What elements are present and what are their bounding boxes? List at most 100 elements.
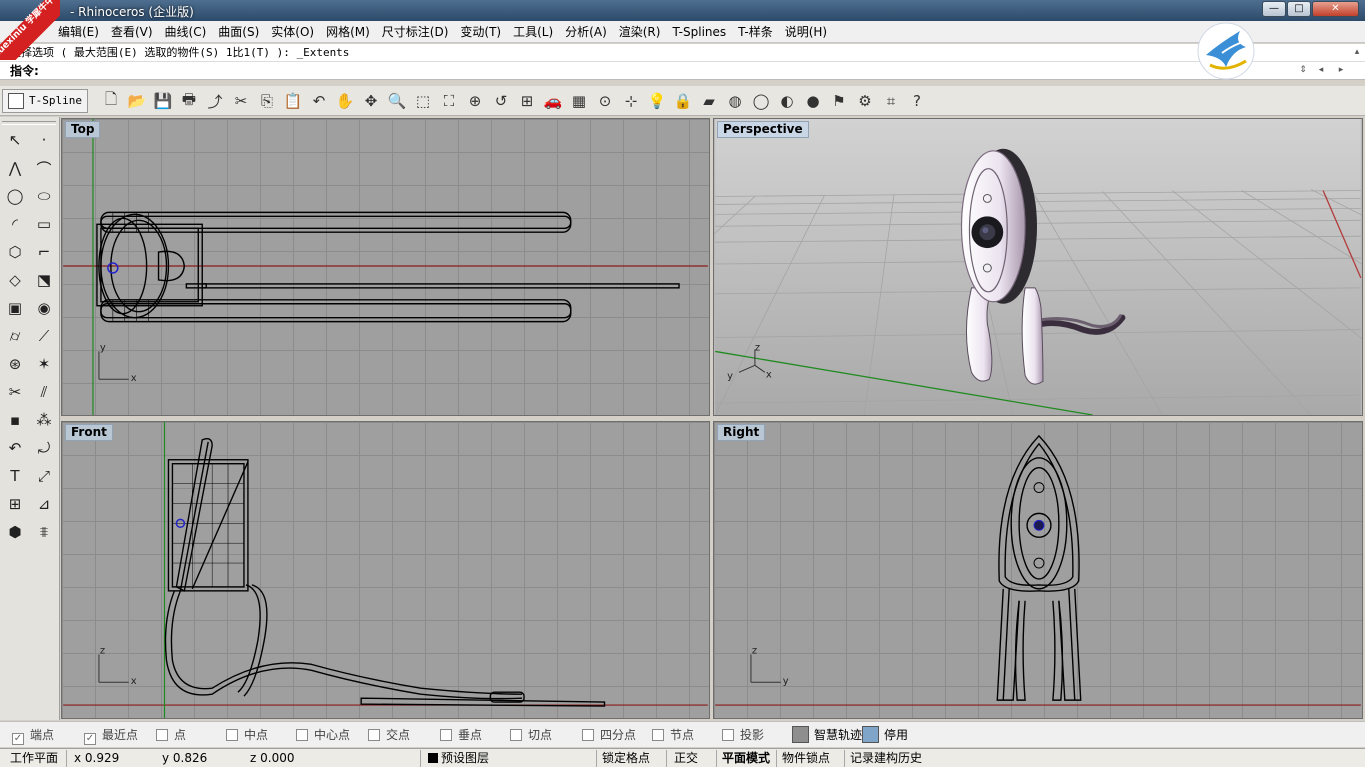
menu-item[interactable]: 说明(H) [779,21,833,43]
viewport-label-perspective[interactable]: Perspective [717,121,809,138]
extrude-curve-icon[interactable]: ⬔ [31,267,57,293]
osnap-checkbox[interactable] [226,729,238,741]
four-viewports-icon[interactable]: ⊞ [514,89,540,113]
cplane-icon[interactable]: ⊙ [592,89,618,113]
light-icon[interactable]: 💡 [644,89,670,113]
menu-item[interactable]: T-Splines [666,21,732,43]
undo-view-icon[interactable]: ↺ [488,89,514,113]
spin-updown-icon[interactable]: ⇕ [1296,63,1310,77]
scale-icon[interactable]: ⤢ [31,463,57,489]
shaded-sphere-icon[interactable]: ◐ [774,89,800,113]
zoom-selected-icon[interactable]: ⊕ [462,89,488,113]
menu-item[interactable]: 尺寸标注(D) [376,21,455,43]
maximize-button[interactable]: □ [1287,1,1311,17]
dimension-icon[interactable]: ⊿ [31,491,57,517]
viewport-right[interactable]: Right z y [713,421,1363,719]
group-icon[interactable]: ▪ [2,407,28,433]
status-layer[interactable]: 预设图层 [424,749,594,767]
palette-grip[interactable] [2,121,56,125]
wireframe-sphere-icon[interactable]: ◯ [748,89,774,113]
osnap-checkbox[interactable] [368,729,380,741]
menu-item[interactable]: 变动(T) [454,21,507,43]
smart-track-toggle[interactable]: 智慧轨迹 [792,725,862,745]
viewport-label-top[interactable]: Top [65,121,101,138]
tspline-toolbar-tab[interactable]: T-Spline [2,89,88,113]
select-arrow-icon[interactable]: ↖ [2,127,28,153]
disable-osnap-toggle[interactable]: 停用 [862,725,908,745]
menu-item[interactable]: 网格(M) [320,21,376,43]
boolean-icon[interactable]: ⊛ [2,351,28,377]
osnap-option[interactable]: 四分点 [582,727,636,743]
hatch-icon[interactable]: ⩨ [31,519,57,545]
sphere-icon[interactable]: ◉ [31,295,57,321]
settings-gear-icon[interactable]: ⚙ [852,89,878,113]
menu-item[interactable]: T-样条 [732,21,779,43]
grid-snap-icon[interactable]: ⌗ [878,89,904,113]
viewport-label-front[interactable]: Front [65,424,113,441]
rectangle-icon[interactable]: ▭ [31,211,57,237]
ellipse-icon[interactable]: ⬭ [31,183,57,209]
osnap-option[interactable]: 节点 [652,727,694,743]
osnap-checkbox[interactable] [156,729,168,741]
print-icon[interactable]: 🖶 [176,89,202,113]
osnap-option[interactable]: 中点 [226,727,268,743]
command-input[interactable] [46,63,1286,78]
cut-icon[interactable]: ✂ [228,89,254,113]
status-record-history[interactable]: 记录建构历史 [846,749,936,767]
status-osnap[interactable]: 物件锁点 [778,749,842,767]
arc-icon[interactable]: ◜ [2,211,28,237]
status-grid-snap[interactable]: 锁定格点 [598,749,662,767]
status-ortho[interactable]: 正交 [670,749,714,767]
osnap-option[interactable]: 中心点 [296,727,350,743]
split-icon[interactable]: ⫽ [31,379,57,405]
scroll-up-icon[interactable]: ▴ [1350,45,1364,59]
menu-item[interactable]: 实体(O) [265,21,320,43]
layer-icon[interactable]: ▰ [696,89,722,113]
viewport-front[interactable]: Front z x [61,421,710,719]
osnap-checkbox[interactable] [582,729,594,741]
point-icon[interactable]: · [31,127,57,153]
osnap-checkbox[interactable] [12,733,24,745]
undo-icon[interactable]: ↶ [306,89,332,113]
loft-icon[interactable]: ⟋ [31,323,57,349]
lock-icon[interactable]: 🔒 [670,89,696,113]
menu-item[interactable]: 工具(L) [507,21,559,43]
osnap-checkbox[interactable] [652,729,664,741]
menu-item[interactable]: 分析(A) [559,21,613,43]
polyline-icon[interactable]: ⋀ [2,155,28,181]
osnap-checkbox[interactable] [722,729,734,741]
zoom-window-icon[interactable]: ⬚ [410,89,436,113]
viewport-top[interactable]: Top y x [61,118,710,416]
fillet-icon[interactable]: ↶ [2,435,28,461]
curve-icon[interactable]: ⌒ [31,155,57,181]
copy-icon[interactable]: ⎘ [254,89,280,113]
text-icon[interactable]: T [2,463,28,489]
osnap-option[interactable]: 交点 [368,727,410,743]
osnap-option[interactable]: 点 [156,727,186,743]
box-icon[interactable]: ▣ [2,295,28,321]
osnap-checkbox[interactable] [296,729,308,741]
osnap-option[interactable]: 投影 [722,727,764,743]
array-icon[interactable]: ⁂ [31,407,57,433]
zoom-extents-icon[interactable]: ⛶ [436,89,462,113]
osnap-checkbox[interactable] [440,729,452,741]
status-cplane[interactable]: 工作平面 [6,749,68,767]
osnap-option[interactable]: 垂点 [440,727,482,743]
osnap-checkbox[interactable] [510,729,522,741]
viewport-perspective[interactable]: Perspective z x y [713,118,1363,416]
rotate-view-icon[interactable]: ✥ [358,89,384,113]
osnap-option[interactable]: 切点 [510,727,552,743]
rotate-icon[interactable]: ⤾ [31,435,57,461]
fillet-curve-icon[interactable]: ⌐ [31,239,57,265]
status-planar[interactable]: 平面模式 [718,749,774,767]
scroll-left-icon[interactable]: ◂ [1314,63,1328,77]
paste-icon[interactable]: 📋 [280,89,306,113]
osnap-option[interactable]: 端点 [12,727,54,745]
surface-icon[interactable]: ◇ [2,267,28,293]
viewport-label-right[interactable]: Right [717,424,766,441]
save-icon[interactable]: 💾 [150,89,176,113]
menu-item[interactable]: 曲面(S) [212,21,265,43]
car-icon[interactable]: 🚗 [540,89,566,113]
zoom-icon[interactable]: 🔍 [384,89,410,113]
new-file-icon[interactable]: 🗋 [98,89,124,113]
